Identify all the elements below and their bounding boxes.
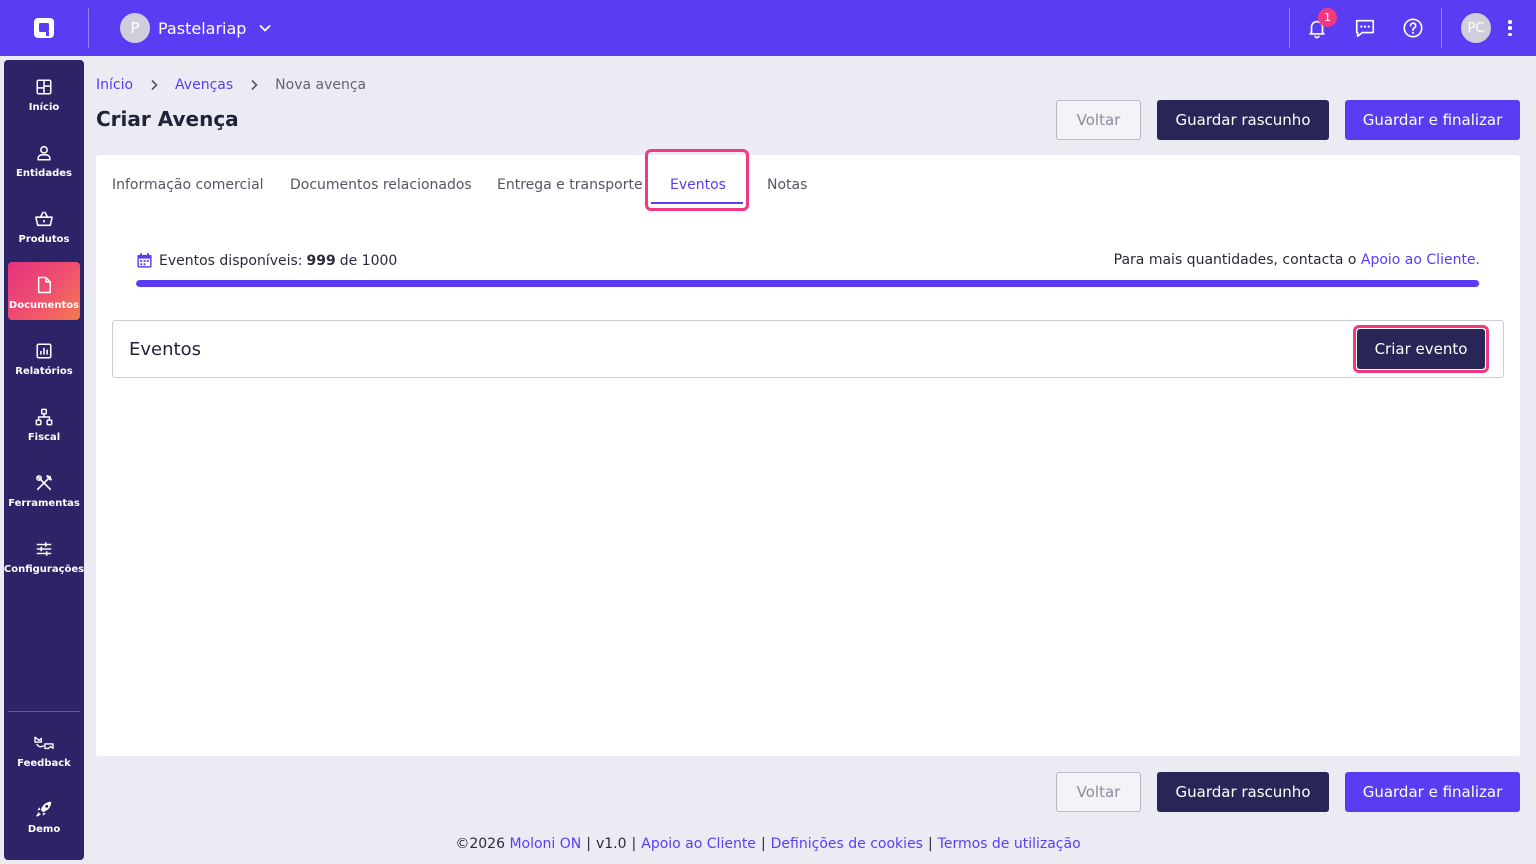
breadcrumb-link-avencas[interactable]: Avenças <box>175 77 233 93</box>
company-selector[interactable]: P Pastelariap <box>120 13 272 43</box>
footer-support-link[interactable]: Apoio ao Cliente <box>641 836 756 852</box>
topbar-divider <box>1441 8 1442 48</box>
footer-version: v1.0 <box>595 836 627 852</box>
footer-terms-link[interactable]: Termos de utilização <box>938 836 1081 852</box>
chevron-down-icon <box>258 21 272 35</box>
footer-brand-link[interactable]: Moloni ON <box>509 836 581 852</box>
sidebar-item-label: Ferramentas <box>8 498 80 509</box>
messages-button[interactable] <box>1351 14 1379 42</box>
user-avatar[interactable]: PC <box>1461 13 1491 43</box>
rocket-icon <box>36 801 52 817</box>
save-and-finish-button[interactable]: Guardar e finalizar <box>1345 772 1520 812</box>
sidebar: Início Entidades Produtos Documentos Rel… <box>4 60 84 860</box>
sliders-icon <box>36 542 52 556</box>
sidebar-item-label: Entidades <box>16 168 72 179</box>
main-card: Informação comercial Documentos relacion… <box>96 149 1520 756</box>
sidebar-item-label: Produtos <box>18 234 70 245</box>
sidebar-item-entidades[interactable]: Entidades <box>8 130 80 188</box>
sidebar-item-label: Documentos <box>8 300 80 311</box>
tab-entrega-transporte[interactable]: Entrega e transporte <box>497 171 643 199</box>
sidebar-item-label: Demo <box>27 824 61 835</box>
events-quota-row: Eventos disponíveis: 999 de 1000 Para ma… <box>136 252 1480 272</box>
footer: ©2026 Moloni ON | v1.0 | Apoio ao Cliente | De… <box>455 836 1081 852</box>
tab-eventos[interactable]: Eventos <box>670 171 726 199</box>
save-and-finish-button[interactable]: Guardar e finalizar <box>1345 100 1520 140</box>
basket-icon <box>35 211 53 227</box>
fiscal-network-icon <box>35 408 53 426</box>
contact-support-info: Para mais quantidades, contacta o Apoio … <box>1114 252 1480 268</box>
sidebar-item-produtos[interactable]: Produtos <box>8 196 80 254</box>
events-panel-title: Eventos <box>129 339 201 360</box>
notifications-button[interactable]: 1 <box>1303 8 1337 42</box>
chat-icon <box>1355 19 1375 38</box>
create-event-button[interactable]: Criar evento <box>1357 329 1485 369</box>
user-icon <box>37 145 51 161</box>
sidebar-item-documentos[interactable]: Documentos <box>8 262 80 320</box>
report-chart-icon <box>36 343 52 359</box>
sidebar-item-inicio[interactable]: Início <box>8 64 80 122</box>
sidebar-item-label: Relatórios <box>15 366 73 377</box>
company-avatar: P <box>120 13 150 43</box>
back-button[interactable]: Voltar <box>1056 100 1141 140</box>
sidebar-item-configuracoes[interactable]: Configurações <box>4 526 84 584</box>
feedback-icon <box>34 736 54 750</box>
sidebar-item-fiscal[interactable]: Fiscal <box>8 394 80 452</box>
sidebar-item-label: Início <box>28 102 60 113</box>
moloni-logo-icon[interactable] <box>30 14 58 42</box>
events-available-info: Eventos disponíveis: 999 de 1000 <box>136 252 397 269</box>
events-usage-progress-bar <box>136 280 1480 287</box>
save-draft-button[interactable]: Guardar rascunho <box>1157 772 1329 812</box>
customer-support-link[interactable]: Apoio ao Cliente. <box>1361 252 1480 268</box>
topbar-divider <box>1289 8 1290 48</box>
sidebar-item-feedback[interactable]: Feedback <box>8 720 80 778</box>
company-name: Pastelariap <box>158 18 247 38</box>
sidebar-item-label: Configurações <box>3 564 85 575</box>
active-tab-indicator <box>651 202 743 204</box>
progress-fill <box>136 280 1479 287</box>
events-available-label: Eventos disponíveis: <box>159 252 303 269</box>
footer-cookies-link[interactable]: Definições de cookies <box>771 836 923 852</box>
events-available-count: 999 <box>306 252 336 269</box>
sidebar-item-label: Fiscal <box>27 432 61 443</box>
sidebar-item-relatorios[interactable]: Relatórios <box>8 328 80 386</box>
tab-documentos-relacionados[interactable]: Documentos relacionados <box>290 171 472 199</box>
calendar-icon <box>136 252 153 269</box>
breadcrumb-current: Nova avença <box>275 77 367 93</box>
help-icon <box>1403 18 1423 38</box>
sidebar-item-ferramentas[interactable]: Ferramentas <box>8 460 80 518</box>
help-button[interactable] <box>1399 14 1427 42</box>
events-total-label: de 1000 <box>339 252 398 269</box>
footer-copyright: ©2026 <box>455 836 505 852</box>
events-panel: Eventos Criar evento <box>112 320 1504 378</box>
page-title: Criar Avença <box>96 107 239 131</box>
breadcrumb-link-inicio[interactable]: Início <box>96 77 133 93</box>
contact-support-text: Para mais quantidades, contacta o <box>1113 252 1357 268</box>
sidebar-divider <box>8 711 80 712</box>
sidebar-item-label: Feedback <box>17 758 71 769</box>
top-bar: P Pastelariap 1 PC <box>0 0 1536 56</box>
dashboard-icon <box>36 79 52 95</box>
notification-badge: 1 <box>1318 8 1337 27</box>
chevron-right-icon <box>249 79 259 91</box>
breadcrumb: Início Avenças Nova avença <box>96 75 366 95</box>
back-button[interactable]: Voltar <box>1056 772 1141 812</box>
topbar-divider <box>88 8 89 48</box>
document-icon <box>37 276 51 294</box>
tools-icon <box>36 475 52 491</box>
more-options-icon[interactable] <box>1503 17 1517 39</box>
tab-notas[interactable]: Notas <box>767 171 807 199</box>
save-draft-button[interactable]: Guardar rascunho <box>1157 100 1329 140</box>
tab-informacao-comercial[interactable]: Informação comercial <box>112 171 264 199</box>
chevron-right-icon <box>149 79 159 91</box>
